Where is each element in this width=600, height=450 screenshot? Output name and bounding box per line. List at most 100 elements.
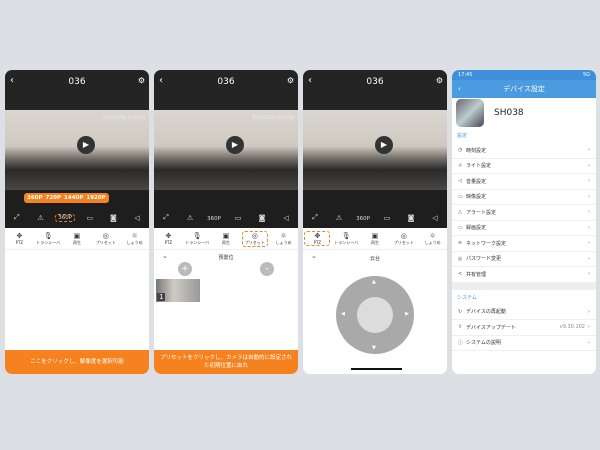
res-option[interactable]: 720P bbox=[46, 195, 62, 201]
settings-item[interactable]: < 共有管理 › bbox=[452, 267, 596, 283]
preset-thumbnail[interactable]: 1 bbox=[156, 279, 200, 302]
ptz-joystick[interactable]: ▲ ▼ ◀ ▶ bbox=[336, 276, 414, 354]
tab-playback[interactable]: ▣ 再生 bbox=[64, 232, 90, 246]
fullscreen-icon[interactable]: ⤢ bbox=[157, 213, 175, 222]
tab-preset[interactable]: ◎ プリセット bbox=[93, 232, 119, 246]
system-icon: ↻ bbox=[458, 308, 463, 315]
tab-playback[interactable]: ▣ 再生 bbox=[213, 232, 239, 246]
chevron-right-icon: › bbox=[588, 308, 590, 315]
tab-light[interactable]: ☼ しょうめ bbox=[122, 232, 148, 246]
video-feed[interactable]: 2024/05/16 11:20:00 ▶ bbox=[154, 110, 298, 190]
lock-icon: ◎ bbox=[458, 255, 463, 262]
alarm-icon[interactable]: ⚠ bbox=[31, 214, 49, 222]
fullscreen-icon[interactable]: ⤢ bbox=[8, 213, 26, 222]
chevron-right-icon: › bbox=[588, 162, 590, 169]
screen-resolution: ‹ 036 ⚙ 2024/05/16 10:20:00 ▶ 360P 720P 1440P… bbox=[5, 70, 149, 374]
speaker-icon: ◁ bbox=[458, 178, 462, 185]
camera-title: 036 bbox=[217, 77, 235, 87]
status-bar: 17:45 5G bbox=[452, 70, 596, 80]
chevron-right-icon: › bbox=[588, 271, 590, 278]
gear-icon[interactable]: ⚙ bbox=[138, 76, 145, 85]
settings-item[interactable]: ≋ ネットワーク設定 › bbox=[452, 236, 596, 252]
video-feed[interactable]: ▶ bbox=[303, 110, 447, 190]
res-option[interactable]: 1920P bbox=[86, 195, 105, 201]
tab-preset[interactable]: ◎ プリセット bbox=[241, 230, 268, 247]
system-icon: ⇪ bbox=[458, 324, 463, 331]
wifi-icon: ≋ bbox=[458, 240, 463, 247]
back-icon[interactable]: ‹ bbox=[458, 80, 461, 98]
section-label: システム bbox=[457, 294, 477, 301]
resolution-button[interactable]: 360P bbox=[55, 214, 76, 222]
play-icon[interactable]: ▶ bbox=[226, 136, 244, 154]
clock-icon: ◷ bbox=[458, 147, 463, 154]
resolution-popup: 360P 720P 1440P 1920P bbox=[24, 193, 109, 203]
left-arrow-icon[interactable]: ◀ bbox=[341, 311, 345, 317]
alarm-icon[interactable]: ⚠ bbox=[330, 214, 348, 222]
res-option[interactable]: 1440P bbox=[64, 195, 83, 201]
system-item[interactable]: ↻ デバイスの再起動 › bbox=[452, 305, 596, 320]
page-title: デバイス設定 bbox=[503, 85, 545, 93]
play-icon[interactable]: ▶ bbox=[375, 136, 393, 154]
snapshot-icon[interactable]: ◙ bbox=[104, 214, 122, 222]
record-icon[interactable]: ▭ bbox=[229, 214, 247, 222]
record-icon: ▭ bbox=[458, 224, 463, 231]
system-item[interactable]: ⓘ システムの説明 › bbox=[452, 336, 596, 351]
control-bar: 360P 720P 1440P 1920P ⤢ ⚠ 360P ▭ ◙ ◁ bbox=[5, 190, 149, 228]
chevron-right-icon: › bbox=[588, 193, 590, 200]
caption: ここをクリックし、解像度を選択可能 bbox=[5, 350, 149, 374]
resolution-button[interactable]: 360P bbox=[205, 216, 223, 222]
system-icon: ⓘ bbox=[458, 340, 464, 347]
up-arrow-icon[interactable]: ▲ bbox=[372, 279, 376, 285]
remove-preset-button[interactable]: - bbox=[260, 262, 274, 276]
tab-light[interactable]: ☼ しょうめ bbox=[420, 232, 446, 246]
tab-talk[interactable]: 🎙 トランシーバ bbox=[184, 232, 210, 246]
tab-playback[interactable]: ▣ 再生 bbox=[362, 232, 388, 246]
chevron-right-icon: › bbox=[588, 224, 590, 231]
settings-item[interactable]: ◷ 時刻設定 › bbox=[452, 143, 596, 159]
gear-icon[interactable]: ⚙ bbox=[287, 76, 294, 85]
snapshot-icon[interactable]: ◙ bbox=[253, 214, 271, 222]
add-preset-button[interactable]: + bbox=[178, 262, 192, 276]
tab-talk[interactable]: 🎙 トランシーバ bbox=[333, 232, 359, 246]
tab-ptz[interactable]: ✥ PTZ bbox=[155, 232, 181, 245]
speaker-icon[interactable]: ◁ bbox=[277, 214, 295, 222]
settings-item[interactable]: ▭ 映像設定 › bbox=[452, 190, 596, 205]
down-arrow-icon[interactable]: ▼ bbox=[372, 345, 376, 351]
tab-talk[interactable]: 🎙 トランシーバ bbox=[35, 232, 61, 246]
right-arrow-icon[interactable]: ▶ bbox=[405, 311, 409, 317]
play-icon[interactable]: ▶ bbox=[77, 136, 95, 154]
tab-ptz[interactable]: ✥ PTZ bbox=[304, 231, 331, 246]
screen-ptz: ‹ 036 ⚙ ▶ ⤢ ⚠ 360P ▭ ◙ ◁ ✥ PTZ 🎙 トランシーバ ▣ 再生 ◎ プリセット ☼ し… bbox=[303, 70, 447, 374]
camera-title: 036 bbox=[68, 77, 86, 87]
settings-item[interactable]: ◁ 音量設定 › bbox=[452, 174, 596, 190]
settings-item[interactable]: ◎ パスワード変更 › bbox=[452, 252, 596, 267]
res-option[interactable]: 360P bbox=[27, 195, 43, 201]
timestamp: 2024/05/16 10:20:00 bbox=[102, 115, 145, 120]
ptz-center-button[interactable] bbox=[357, 297, 393, 333]
system-item[interactable]: ⇪ デバイスアップデート v9.30.102 › bbox=[452, 320, 596, 336]
screen-preset: ‹ 036 ⚙ 2024/05/16 11:20:00 ▶ ⤢ ⚠ 360P ▭ ◙ ◁ ✥ PT… bbox=[154, 70, 298, 374]
record-icon[interactable]: ▭ bbox=[81, 214, 99, 222]
home-indicator bbox=[351, 368, 402, 370]
settings-item[interactable]: △ アラート設定 › bbox=[452, 205, 596, 221]
chevron-right-icon: › bbox=[588, 147, 590, 154]
video-feed[interactable]: 2024/05/16 10:20:00 ▶ bbox=[5, 110, 149, 190]
resolution-button[interactable]: 360P bbox=[354, 216, 372, 222]
record-icon[interactable]: ▭ bbox=[378, 214, 396, 222]
speaker-icon[interactable]: ◁ bbox=[128, 214, 146, 222]
chevron-right-icon: › bbox=[588, 255, 590, 262]
alarm-icon[interactable]: ⚠ bbox=[181, 214, 199, 222]
gear-icon[interactable]: ⚙ bbox=[436, 76, 443, 85]
settings-item[interactable]: ☼ ライト設定 › bbox=[452, 159, 596, 174]
device-name: SH038 bbox=[494, 108, 524, 118]
tab-preset[interactable]: ◎ プリセット bbox=[391, 232, 417, 246]
speaker-icon[interactable]: ◁ bbox=[426, 214, 444, 222]
tab-ptz[interactable]: ✥ PTZ bbox=[6, 232, 32, 245]
alert-icon: △ bbox=[458, 209, 462, 216]
snapshot-icon[interactable]: ◙ bbox=[402, 214, 420, 222]
section-label: 設定 bbox=[457, 133, 468, 139]
tab-light[interactable]: ☼ しょうめ bbox=[271, 232, 297, 246]
chevron-right-icon: › bbox=[588, 339, 590, 346]
fullscreen-icon[interactable]: ⤢ bbox=[306, 213, 324, 222]
settings-item[interactable]: ▭ 録画設定 › bbox=[452, 221, 596, 236]
